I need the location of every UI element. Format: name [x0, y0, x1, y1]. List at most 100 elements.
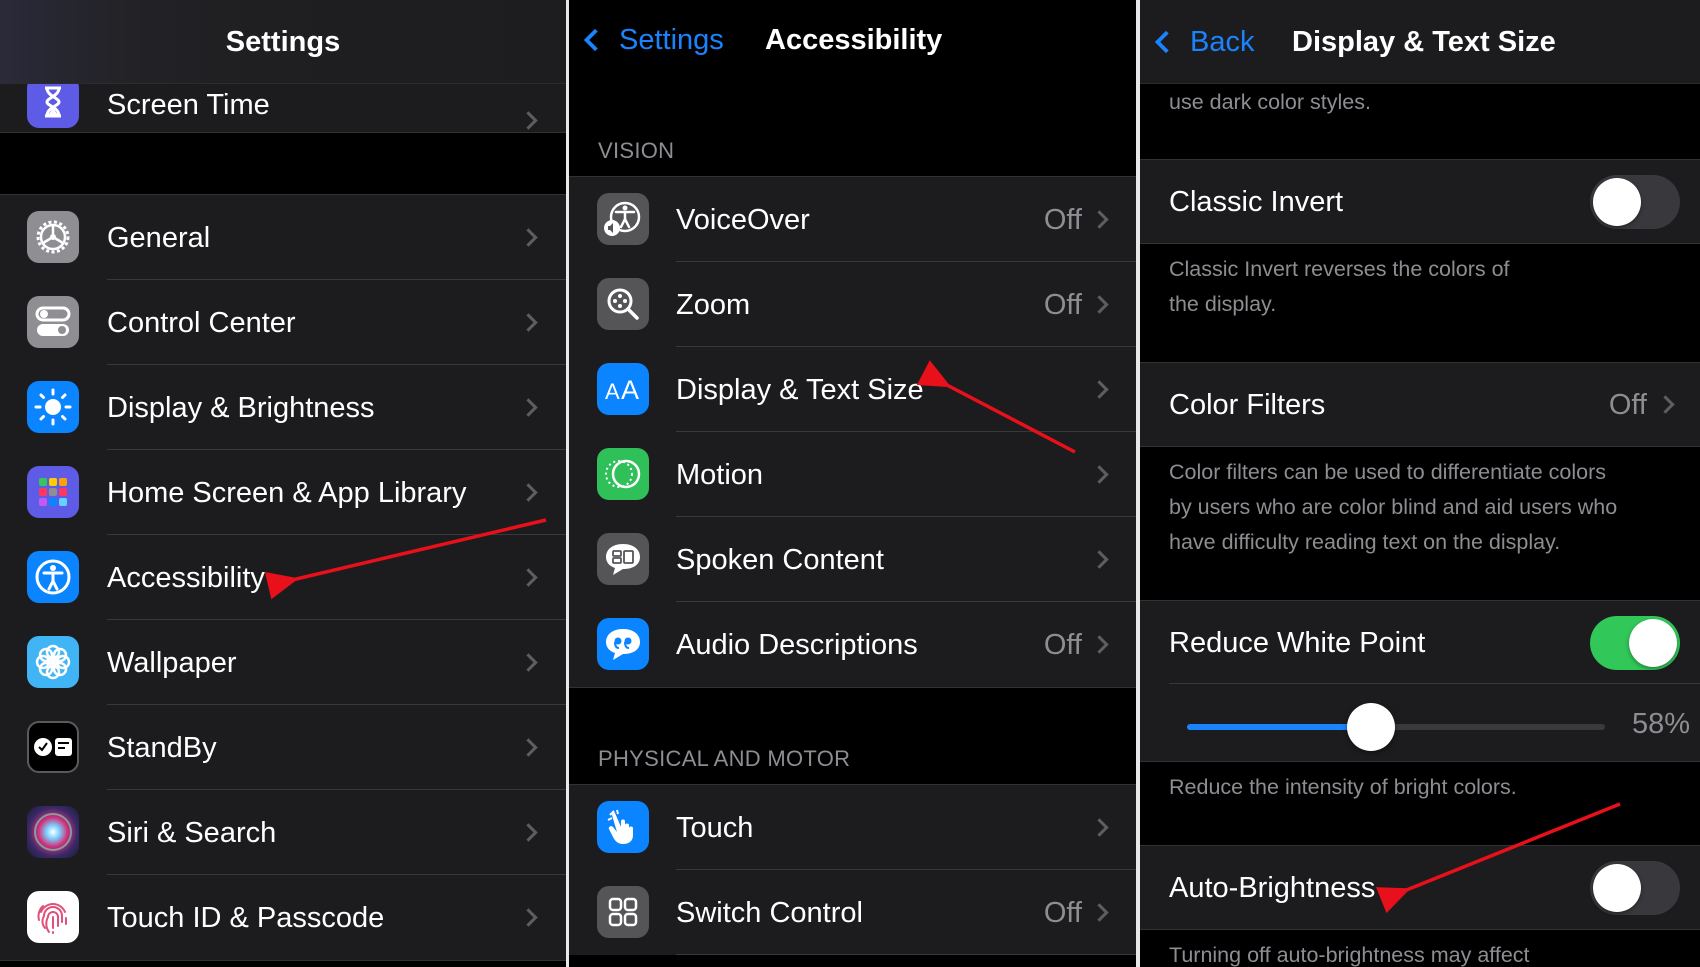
settings-main-group: General Control Center Display & Brightn…	[0, 194, 566, 961]
chevron-right-icon	[519, 483, 538, 502]
accessibility-row-value: Off	[1043, 896, 1082, 929]
accessibility-row-display-text-size[interactable]: AA Display & Text Size	[569, 347, 1136, 432]
accessibility-row-audio-descriptions[interactable]: Audio Descriptions Off	[569, 602, 1136, 687]
settings-row-label: Display & Brightness	[107, 391, 375, 424]
back-button-label: Back	[1190, 25, 1255, 58]
settings-row-label: Control Center	[107, 306, 296, 339]
accessibility-row-label: Spoken Content	[676, 543, 884, 576]
settings-row-label: Screen Time	[107, 89, 270, 121]
settings-navbar: Settings	[0, 0, 566, 84]
footer-line: Classic Invert reverses the colors of	[1169, 257, 1510, 281]
accessibility-row-voiceover[interactable]: VoiceOver Off	[569, 177, 1136, 262]
chevron-right-icon	[1090, 635, 1109, 654]
accessibility-row-touch[interactable]: Touch	[569, 785, 1136, 870]
accessibility-row-value: Off	[1043, 288, 1082, 321]
reduce-white-point-group: Reduce White Point 58%	[1140, 600, 1700, 762]
chevron-left-icon	[583, 28, 607, 52]
fingerprint-icon	[27, 891, 79, 943]
accessibility-row-value: Off	[1043, 628, 1082, 661]
auto-brightness-group: Auto-Brightness	[1140, 845, 1700, 930]
settings-row-general[interactable]: General	[0, 195, 566, 280]
chevron-right-icon	[1090, 210, 1109, 229]
settings-row-touch-id[interactable]: Touch ID & Passcode	[0, 875, 566, 960]
display-text-size-navbar: Back Display & Text Size	[1140, 0, 1700, 84]
settings-row-label: Siri & Search	[107, 816, 277, 849]
slider-fill	[1187, 724, 1371, 730]
toggle-knob	[1593, 864, 1641, 912]
page-title: Settings	[225, 26, 341, 58]
reduce-white-point-footer: Reduce the intensity of bright colors.	[1169, 775, 1517, 799]
reduce-white-point-toggle[interactable]	[1590, 616, 1680, 670]
chevron-right-icon	[519, 111, 538, 130]
color-filters-group: Color Filters Off	[1140, 362, 1700, 447]
quote-bubble-icon	[597, 618, 649, 670]
back-button[interactable]: Back	[1152, 0, 1254, 84]
classic-invert-row: Classic Invert	[1140, 160, 1700, 243]
accessibility-row-motion[interactable]: Motion	[569, 432, 1136, 517]
back-button[interactable]: Settings	[581, 0, 724, 80]
accessibility-row-spoken-content[interactable]: Spoken Content	[569, 517, 1136, 602]
auto-brightness-footer: Turning off auto-brightness may affect	[1169, 943, 1530, 967]
settings-row-siri-search[interactable]: Siri & Search	[0, 790, 566, 875]
accessibility-row-label: Motion	[676, 458, 764, 491]
accessibility-navbar: Settings Accessibility	[569, 0, 1136, 90]
switches-icon	[27, 296, 79, 348]
accessibility-row-zoom[interactable]: Zoom Off	[569, 262, 1136, 347]
zoom-icon	[597, 278, 649, 330]
chevron-right-icon	[1090, 903, 1109, 922]
footer-line: have difficulty reading text on the disp…	[1169, 530, 1561, 554]
chevron-right-icon	[1090, 295, 1109, 314]
flower-icon	[27, 636, 79, 688]
chevron-right-icon	[519, 908, 538, 927]
auto-brightness-toggle[interactable]	[1590, 861, 1680, 915]
accessibility-panel: Settings Accessibility VISION VoiceOver …	[569, 0, 1136, 967]
dark-styles-footer: use dark color styles.	[1169, 90, 1371, 114]
settings-row-standby[interactable]: StandBy	[0, 705, 566, 790]
speech-bubble-icon	[597, 533, 649, 585]
chevron-right-icon	[1656, 395, 1675, 414]
accessibility-row-switch-control[interactable]: Switch Control Off	[569, 870, 1136, 955]
display-text-size-panel: Back Display & Text Size use dark color …	[1140, 0, 1700, 967]
physical-motor-group: Touch Switch Control Off	[569, 784, 1136, 955]
chevron-right-icon	[1090, 380, 1109, 399]
accessibility-row-label: Zoom	[676, 288, 751, 321]
chevron-right-icon	[519, 738, 538, 757]
settings-row-label: Wallpaper	[107, 646, 237, 679]
motion-icon	[597, 448, 649, 500]
reduce-white-point-row: Reduce White Point	[1140, 601, 1700, 684]
settings-row-display-brightness[interactable]: Display & Brightness	[0, 365, 566, 450]
footer-line: the display.	[1169, 292, 1277, 316]
chevron-right-icon	[1090, 550, 1109, 569]
gear-icon	[27, 211, 79, 263]
standby-icon	[27, 721, 79, 773]
settings-row-accessibility[interactable]: Accessibility	[0, 535, 566, 620]
auto-brightness-row: Auto-Brightness	[1140, 846, 1700, 929]
chevron-right-icon	[1090, 465, 1109, 484]
color-filters-footer: Color filters can be used to differentia…	[1169, 455, 1660, 560]
color-filters-value: Off	[1608, 388, 1647, 421]
accessibility-row-label: VoiceOver	[676, 203, 810, 236]
classic-invert-toggle[interactable]	[1590, 175, 1680, 229]
settings-row-wallpaper[interactable]: Wallpaper	[0, 620, 566, 705]
settings-row-control-center[interactable]: Control Center	[0, 280, 566, 365]
color-filters-label: Color Filters	[1169, 388, 1326, 421]
settings-row-label: Home Screen & App Library	[107, 476, 467, 509]
chevron-right-icon	[1090, 818, 1109, 837]
classic-invert-group: Classic Invert	[1140, 159, 1700, 244]
svg-text:A: A	[605, 379, 620, 404]
chevron-right-icon	[519, 313, 538, 332]
settings-row-label: Accessibility	[107, 561, 265, 594]
chevron-right-icon	[519, 398, 538, 417]
chevron-right-icon	[519, 228, 538, 247]
sun-icon	[27, 381, 79, 433]
white-point-slider[interactable]	[1187, 703, 1605, 751]
color-filters-row[interactable]: Color Filters Off	[1140, 363, 1700, 446]
voiceover-icon	[597, 193, 649, 245]
reduce-white-point-label: Reduce White Point	[1169, 626, 1426, 659]
settings-row-home-screen[interactable]: Home Screen & App Library	[0, 450, 566, 535]
chevron-right-icon	[519, 653, 538, 672]
app-grid-icon	[27, 466, 79, 518]
footer-line: Color filters can be used to differentia…	[1169, 460, 1607, 484]
toggle-knob	[1593, 178, 1641, 226]
slider-thumb[interactable]	[1346, 703, 1395, 751]
